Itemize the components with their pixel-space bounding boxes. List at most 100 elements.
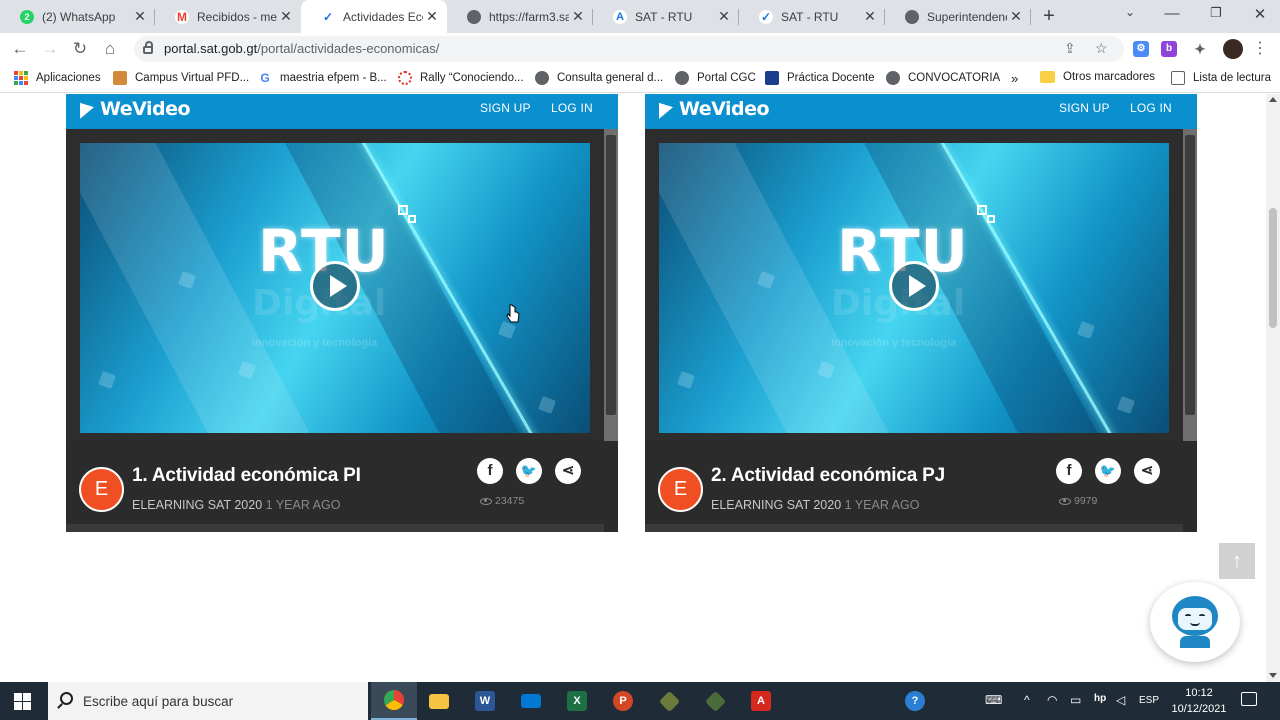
close-icon[interactable]: ✕: [423, 8, 441, 25]
address-bar[interactable]: portal.sat.gob.gt/portal/actividades-eco…: [134, 36, 1124, 62]
share-icon[interactable]: ⋖: [1134, 458, 1160, 484]
wevideo-header: WeVideo SIGN UP LOG IN: [66, 94, 618, 129]
page-scrollbar[interactable]: [1266, 94, 1280, 682]
volume-icon[interactable]: ◁: [1116, 693, 1125, 707]
share-icon[interactable]: ⋖: [555, 458, 581, 484]
scroll-to-top-button[interactable]: ↑: [1219, 543, 1255, 579]
menu-kebab-icon[interactable]: ⋮: [1252, 38, 1268, 58]
play-icon[interactable]: [310, 261, 360, 311]
tab-sat-rtu-2[interactable]: ✓ SAT - RTU ✕: [739, 0, 885, 33]
bg-dot: [538, 396, 556, 414]
scroll-up-arrow-icon[interactable]: [1269, 97, 1277, 102]
extensions-puzzle-icon[interactable]: ✦: [1192, 41, 1208, 57]
close-icon[interactable]: ✕: [715, 8, 733, 25]
bookmark-reading-list[interactable]: Lista de lectura: [1171, 71, 1271, 85]
notification-icon[interactable]: [1241, 692, 1257, 706]
chatbot-launcher[interactable]: [1150, 582, 1240, 662]
facebook-icon[interactable]: f: [1056, 458, 1082, 484]
wevideo-logo[interactable]: WeVideo: [659, 98, 770, 120]
windows-start-icon[interactable]: [14, 693, 31, 710]
bookmark-otros-marcadores[interactable]: Otros marcadores: [1040, 71, 1155, 83]
tray-expand-icon[interactable]: ^: [1024, 693, 1030, 707]
back-button[interactable]: ←: [10, 39, 30, 59]
bookmark-campus[interactable]: Campus Virtual PFD...: [113, 71, 249, 85]
twitter-icon[interactable]: 🐦: [516, 458, 542, 484]
reload-button[interactable]: ↻: [70, 39, 90, 59]
close-icon[interactable]: ✕: [1007, 8, 1025, 25]
bookmark-aplicaciones[interactable]: Aplicaciones: [14, 71, 101, 85]
close-window-button[interactable]: ✕: [1250, 5, 1270, 23]
tab-sat-rtu-1[interactable]: A SAT - RTU ✕: [593, 0, 739, 33]
login-link[interactable]: LOG IN: [1130, 101, 1172, 115]
video-author[interactable]: ELEARNING SAT 2020: [711, 498, 841, 512]
twitter-icon[interactable]: 🐦: [1095, 458, 1121, 484]
signup-link[interactable]: SIGN UP: [480, 101, 531, 115]
bookmarks-overflow-button[interactable]: »: [1011, 71, 1018, 86]
hp-icon[interactable]: hp: [1094, 693, 1106, 704]
profile-avatar[interactable]: [1223, 39, 1243, 59]
video-title[interactable]: 1. Actividad económica PI: [132, 465, 361, 487]
tab-gmail[interactable]: M Recibidos - mem ✕: [155, 0, 301, 33]
extension-icon[interactable]: ⚙: [1133, 41, 1149, 57]
facebook-icon[interactable]: f: [477, 458, 503, 484]
video-author[interactable]: ELEARNING SAT 2020: [132, 498, 262, 512]
language-indicator[interactable]: ESP: [1139, 695, 1159, 706]
close-icon[interactable]: ✕: [861, 8, 879, 25]
close-icon[interactable]: ✕: [131, 8, 149, 25]
bookmark-convocatoria[interactable]: CONVOCATORIA: [886, 71, 1000, 85]
share-icon[interactable]: ⇪: [1064, 40, 1076, 57]
scroll-thumb[interactable]: [1185, 135, 1195, 415]
tab-search-icon[interactable]: ⌄: [1120, 5, 1140, 19]
taskbar-help[interactable]: ?: [892, 682, 938, 720]
restore-button[interactable]: ❐: [1206, 5, 1226, 21]
chatbot-face: [1178, 608, 1212, 630]
scroll-thumb[interactable]: [606, 135, 616, 415]
home-icon[interactable]: ⌂: [100, 39, 120, 59]
lock-icon[interactable]: [143, 41, 153, 54]
channel-avatar[interactable]: E: [79, 467, 124, 512]
keyboard-icon[interactable]: ⌨: [985, 693, 1002, 707]
bookmark-rally[interactable]: Rally “Conociendo...: [398, 71, 524, 85]
wevideo-logo[interactable]: WeVideo: [80, 98, 191, 120]
tab-farm3[interactable]: https://farm3.sat ✕: [447, 0, 593, 33]
video-thumbnail[interactable]: Digital innovación y tecnología RTU: [80, 143, 590, 433]
scroll-thumb[interactable]: [1269, 208, 1277, 328]
bookmark-portal-cgc[interactable]: Portal CGC: [675, 71, 756, 85]
video-thumbnail[interactable]: Digital innovación y tecnología RTU: [659, 143, 1169, 433]
wifi-icon[interactable]: ◠: [1047, 693, 1057, 707]
minimize-button[interactable]: —: [1162, 5, 1182, 22]
taskbar-file-explorer[interactable]: [416, 682, 462, 720]
bookmark-maestria[interactable]: G maestria efpem - B...: [258, 71, 387, 85]
bookmark-star-icon[interactable]: ☆: [1095, 40, 1108, 57]
taskbar-mail[interactable]: [508, 682, 554, 720]
close-icon[interactable]: ✕: [569, 8, 587, 25]
video-title[interactable]: 2. Actividad económica PJ: [711, 465, 945, 487]
url-text[interactable]: portal.sat.gob.gt/portal/actividades-eco…: [164, 41, 439, 56]
new-tab-button[interactable]: +: [1038, 5, 1060, 28]
login-link[interactable]: LOG IN: [551, 101, 593, 115]
bookmark-practica[interactable]: Práctica Docente: [765, 71, 875, 85]
tab-whatsapp[interactable]: 2 (2) WhatsApp ✕: [0, 0, 155, 33]
taskbar-word[interactable]: W: [462, 682, 508, 720]
taskbar-acrobat[interactable]: A: [738, 682, 784, 720]
battery-icon[interactable]: ▭: [1070, 693, 1081, 707]
channel-avatar[interactable]: E: [658, 467, 703, 512]
extension-b-icon[interactable]: b: [1161, 41, 1177, 57]
taskbar-chrome[interactable]: [371, 682, 417, 720]
close-icon[interactable]: ✕: [277, 8, 295, 25]
taskbar-app-1[interactable]: [646, 682, 692, 720]
signup-link[interactable]: SIGN UP: [1059, 101, 1110, 115]
forward-button[interactable]: →: [40, 39, 60, 59]
tab-superintendencia[interactable]: Superintendenci ✕: [885, 0, 1031, 33]
play-icon[interactable]: [889, 261, 939, 311]
system-clock[interactable]: 10:12 10/12/2021: [1166, 685, 1232, 717]
apps-grid-icon: [14, 71, 28, 85]
taskbar-excel[interactable]: X: [554, 682, 600, 720]
taskbar-search-box[interactable]: Escribe aquí para buscar: [48, 682, 368, 720]
scroll-down-arrow-icon[interactable]: [1269, 673, 1277, 678]
taskbar-powerpoint[interactable]: P: [600, 682, 646, 720]
wevideo-logo-icon: [80, 99, 94, 119]
bookmark-consulta[interactable]: Consulta general d...: [535, 71, 663, 85]
taskbar-app-2[interactable]: [692, 682, 738, 720]
tab-actividades[interactable]: ✓ Actividades Econ ✕: [301, 0, 447, 33]
